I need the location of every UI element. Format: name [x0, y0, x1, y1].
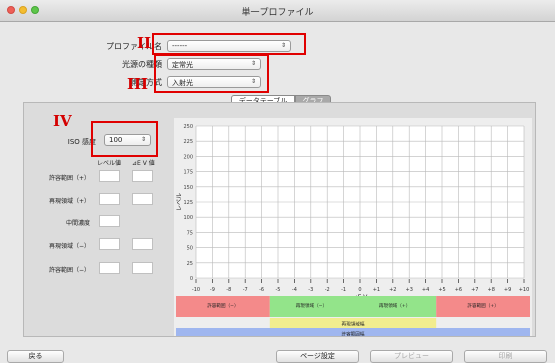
row-label: 許容範囲（−）: [48, 267, 90, 274]
level-value-field[interactable]: [99, 262, 120, 274]
chart-area: 250 225 200 175 150 125 100 75 50 25 0 -10 -9 -8 -7 -6-…: [174, 118, 532, 338]
y-tick-label: 200: [183, 154, 193, 160]
x-tick-label: -8: [226, 287, 231, 293]
y-tick-label: 25: [187, 261, 193, 267]
range-band-label: 再現領域幅: [342, 321, 365, 328]
range-band-label: 許容範囲（+）: [467, 302, 498, 309]
page-setup-button[interactable]: ページ設定: [276, 350, 359, 363]
x-tick-label: -4: [292, 287, 297, 293]
x-tick-label: +7: [471, 287, 478, 293]
y-tick-label: 50: [187, 246, 193, 252]
x-tick-label: +8: [488, 287, 495, 293]
range-band-label: 再現領域（+）: [379, 302, 410, 309]
ev-value-field[interactable]: [132, 238, 153, 250]
x-tick-label: -3: [308, 287, 313, 293]
level-column-header: レベル値: [97, 160, 122, 167]
range-band-label: 再現領域（−）: [296, 302, 327, 309]
row-label: 再現領域（−）: [48, 243, 90, 250]
preview-button[interactable]: プレビュー: [370, 350, 453, 363]
level-value-field[interactable]: [99, 170, 120, 182]
window-title: 単一プロファイル: [241, 8, 314, 18]
y-tick-label: 175: [183, 170, 193, 176]
ev-value-field[interactable]: [132, 262, 153, 274]
y-tick-label: 100: [183, 215, 193, 221]
annotation-label-ii: II: [137, 34, 152, 52]
ev-value-field[interactable]: [132, 170, 153, 182]
x-tick-label: +6: [455, 287, 462, 293]
y-axis-label: レベル: [176, 193, 183, 211]
x-tick-label: +4: [422, 287, 429, 293]
x-tick-label: +10: [519, 287, 530, 293]
x-tick-label: -10: [192, 287, 200, 293]
ev-column-header: ⊿E V 値: [132, 160, 155, 167]
range-band-label: 許容範囲（−）: [207, 302, 238, 309]
x-tick-label: -7: [243, 287, 248, 293]
annotation-label-iii: III: [127, 75, 149, 93]
print-button[interactable]: 印刷: [464, 350, 547, 363]
x-tick-label: -2: [325, 287, 330, 293]
x-tick-label: -5: [276, 287, 281, 293]
x-tick-label: +1: [373, 287, 380, 293]
level-value-field[interactable]: [99, 193, 120, 205]
x-tick-label: 0: [358, 287, 361, 293]
y-tick-label: 0: [190, 276, 193, 282]
y-tick-label: 75: [187, 230, 193, 236]
x-tick-label: +2: [389, 287, 396, 293]
title-bar: 単一プロファイル: [0, 0, 555, 22]
x-tick-label: +5: [438, 287, 445, 293]
ev-level-chart: 2502252001751501251007550250-10 -9 -8 -7 -6-…: [176, 124, 530, 338]
y-tick-label: 250: [183, 124, 193, 130]
x-tick-label: +9: [504, 287, 511, 293]
level-value-field[interactable]: [99, 238, 120, 250]
metering-label: 測定方式: [130, 78, 162, 87]
annotation-box-iii: [154, 54, 269, 93]
y-tick-label: 125: [183, 200, 193, 206]
y-tick-label: 150: [183, 185, 193, 191]
annotation-box-iv: [91, 121, 158, 157]
iso-label: ISO 感度: [67, 138, 96, 146]
level-value-field[interactable]: [99, 215, 120, 227]
light-source-label: 光源の種類: [122, 60, 162, 69]
y-tick-label: 225: [183, 139, 193, 145]
x-tick-label: -9: [210, 287, 215, 293]
annotation-box-ii: [152, 33, 306, 55]
x-tick-label: +3: [406, 287, 413, 293]
x-tick-label: -1: [341, 287, 346, 293]
row-label: 許容範囲（+）: [48, 175, 90, 182]
x-tick-label: -6: [259, 287, 264, 293]
ev-value-field[interactable]: [132, 193, 153, 205]
row-label: 再現領域（+）: [48, 198, 90, 205]
annotation-label-iv: IV: [53, 112, 72, 130]
row-label: 中間濃度: [65, 220, 90, 227]
back-button[interactable]: 戻る: [7, 350, 64, 363]
